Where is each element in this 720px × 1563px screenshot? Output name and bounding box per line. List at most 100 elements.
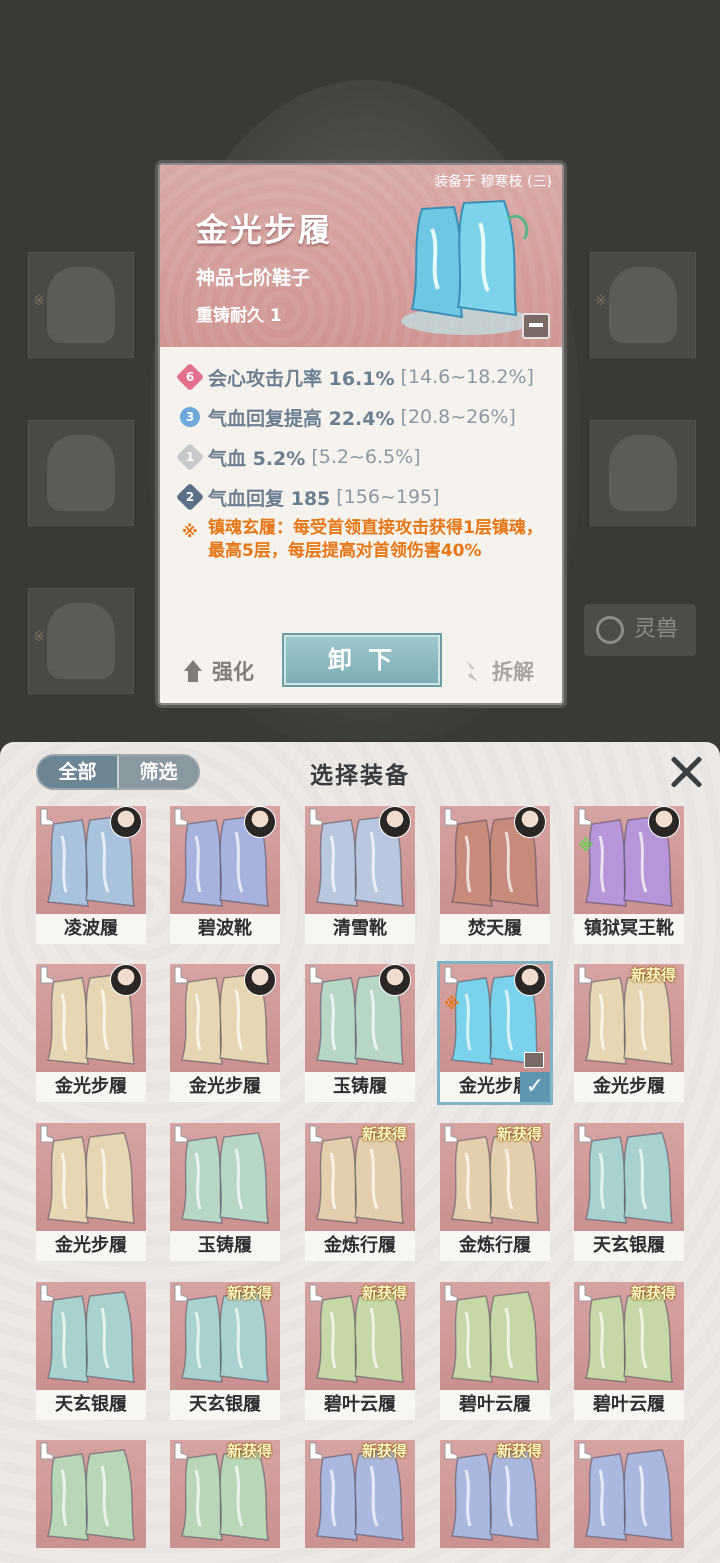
stat-row-3: 1 气血 5.2% [5.2~6.5%] [175,442,421,472]
owner-avatar [379,964,411,996]
equipment-item[interactable]: 新获得 [440,1440,550,1563]
equipment-item[interactable]: 金光步履 [36,964,146,1102]
equipment-item-label: 天玄银履 [36,1390,146,1420]
equipment-item-label: 焚天履 [440,914,550,944]
new-tag: 新获得 [361,1442,407,1460]
boot-type-icon [307,808,323,826]
item-durability: 重铸耐久 1 [196,306,282,326]
equipment-item-label: 碧波靴 [170,914,280,944]
boot-type-icon [442,808,458,826]
equipment-item[interactable]: 金光步履 [36,1123,146,1261]
equipment-boots-image [440,1282,550,1390]
equipment-item-label: 金光步履 [170,1072,280,1102]
equipment-item[interactable]: 碧叶云履 [440,1282,550,1420]
stat-value: 气血回复 185 [208,487,331,510]
owner-avatar [110,964,142,996]
special-effect-text: 镇魂玄履：每受首领直接攻击获得1层镇魂，最高5层，每层提高对首领伤害40% [208,518,543,561]
equipment-item[interactable]: 凌波履 [36,806,146,944]
unequip-button[interactable]: 卸 下 [284,635,440,685]
gem-6-icon: 6 [175,362,205,392]
equipment-item[interactable]: 新获得 天玄银履 [170,1282,280,1420]
equipment-item[interactable]: ※ 金光步履 ✓ [440,964,550,1102]
boot-type-icon [442,966,458,984]
equipment-boots-image: 新获得 [305,1282,415,1390]
dismantle-button[interactable]: 拆解 [462,653,534,689]
equipment-boots-image [36,1440,146,1548]
equipment-item-label: 镇狱冥王靴 [574,914,684,944]
equipment-boots-image [305,964,415,1072]
equipment-item[interactable]: 玉铸履 [170,1123,280,1261]
boot-type-icon [576,808,592,826]
item-boots-image [401,199,533,335]
boot-type-icon [442,1442,458,1460]
strengthen-button[interactable]: 强化 [182,653,254,689]
boot-type-icon [172,1125,188,1143]
equipment-boots-image [440,806,550,914]
storage-box-icon [522,313,550,339]
equipment-item[interactable]: 焚天履 [440,806,550,944]
equipment-boots-image: 新获得 [574,964,684,1072]
boot-type-icon [38,1125,54,1143]
new-tag: 新获得 [496,1442,542,1460]
new-tag: 新获得 [630,966,676,984]
boot-type-icon [38,1442,54,1460]
bg-slot-head [28,420,134,526]
equipment-item-label: 玉铸履 [305,1072,415,1102]
equipment-item[interactable]: 新获得 金光步履 [574,964,684,1102]
equipment-item[interactable] [574,1440,684,1563]
equipment-item[interactable]: 天玄银履 [36,1282,146,1420]
equipment-item[interactable]: 新获得 [305,1440,415,1563]
owner-avatar [648,806,680,838]
checkmark-icon: ✓ [520,1072,550,1102]
equipment-item[interactable]: 天玄银履 [574,1123,684,1261]
new-tag: 新获得 [361,1284,407,1302]
boot-type-icon [442,1284,458,1302]
equipment-boots-image [574,1123,684,1231]
equipment-item[interactable]: ※ 镇狱冥王靴 [574,806,684,944]
equipment-item-label: 天玄银履 [170,1390,280,1420]
set-effect-icon: ※ [444,994,460,1013]
lingshou-icon [596,616,624,644]
equipment-item[interactable] [36,1440,146,1563]
equipment-item[interactable]: 清雪靴 [305,806,415,944]
boot-type-icon [172,808,188,826]
close-icon[interactable] [668,754,704,790]
stat-row-2: 3 气血回复提高 22.4% [20.8~26%] [180,403,516,431]
equipment-boots-image: 新获得 [440,1440,550,1548]
boot-type-icon [38,1284,54,1302]
dismantle-label: 拆解 [492,660,534,684]
equipment-boots-image: 新获得 [440,1123,550,1231]
equipment-item[interactable]: 金光步履 [170,964,280,1102]
equipment-item[interactable]: 碧波靴 [170,806,280,944]
equipment-boots-image: 新获得 [305,1123,415,1231]
new-tag: 新获得 [361,1125,407,1143]
equipment-item[interactable]: 新获得 金炼行履 [440,1123,550,1261]
equipment-boots-image [574,1440,684,1548]
new-tag: 新获得 [630,1284,676,1302]
equipment-boots-image [36,806,146,914]
equipment-item[interactable]: 新获得 金炼行履 [305,1123,415,1261]
bg-slot-weapon: ※ [28,252,134,358]
boot-type-icon [442,1125,458,1143]
boot-type-icon [172,966,188,984]
storage-box-icon [524,1052,544,1068]
boot-type-icon [576,1125,592,1143]
equipment-item[interactable]: 玉铸履 [305,964,415,1102]
stat-row-4: 2 气血回复 185 [156~195] [175,482,440,512]
stat-row-1: 6 会心攻击几率 16.1% [14.6~18.2%] [175,362,534,392]
equipment-item-label: 天玄银履 [574,1231,684,1261]
equipment-item-label: 碧叶云履 [305,1390,415,1420]
owner-avatar [379,806,411,838]
equipment-item[interactable]: 新获得 [170,1440,280,1563]
equipment-item[interactable]: 新获得 碧叶云履 [574,1282,684,1420]
stat-value: 气血回复提高 22.4% [208,407,395,430]
owner-avatar [244,806,276,838]
equipment-boots-image: ※ [440,964,550,1072]
equipment-item-label: 金光步履 [36,1072,146,1102]
boot-type-icon [307,1125,323,1143]
special-effect-icon: ※ [182,522,198,541]
equipment-item[interactable]: 新获得碧叶云履 [305,1282,415,1420]
lingshou-button: 灵兽 [584,604,696,656]
select-equipment-panel: 全部 筛选 选择装备 凌波履 碧波靴 清雪靴 焚天履 ※ 镇狱冥王靴 金光步履 金光步履 玉铸履… [0,742,720,1563]
arrow-up-icon [182,660,204,682]
